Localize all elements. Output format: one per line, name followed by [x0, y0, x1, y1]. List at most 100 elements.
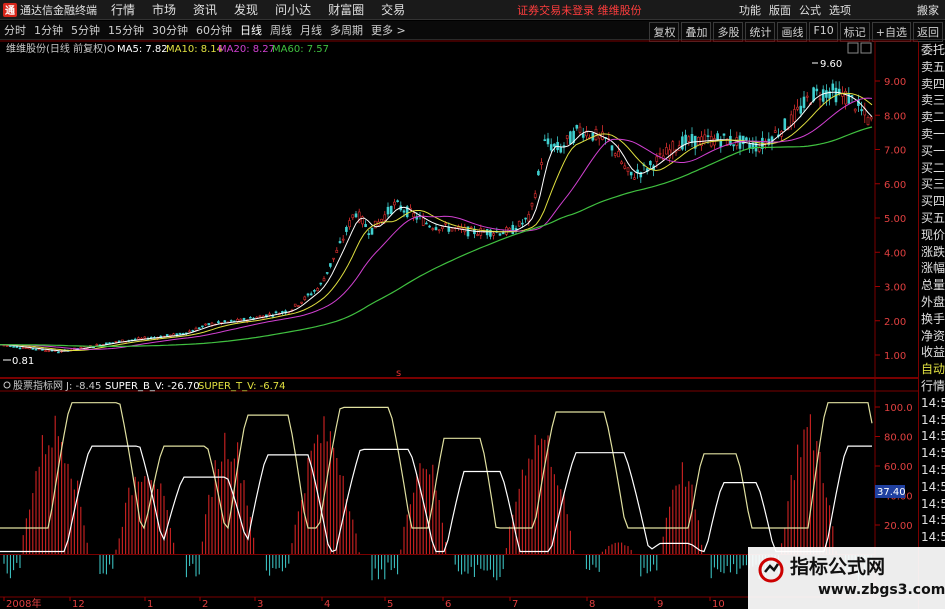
settings-dot-icon[interactable]	[107, 45, 115, 52]
candle-body	[18, 347, 22, 350]
side-time-row: 14:55	[921, 462, 945, 477]
candle-body	[229, 320, 233, 322]
candle-body	[812, 87, 815, 102]
candle-body	[303, 296, 307, 300]
candle-body	[143, 336, 147, 339]
candle-body	[309, 293, 313, 296]
indicator-axis: 100.080.0060.0040.0020.00	[875, 403, 913, 532]
ma5-line	[0, 91, 873, 352]
candle-body	[239, 318, 243, 322]
candle-body	[316, 288, 319, 292]
candle-body	[402, 210, 406, 213]
candle-body	[188, 330, 191, 333]
candle-body	[207, 323, 211, 326]
side-ask1: 卖一	[921, 126, 945, 141]
candle-body	[137, 337, 140, 340]
indicator-header: 股票指标网 J: -8.45 SUPER_B_V: -26.70 SUPER_T…	[3, 379, 286, 392]
candle-body	[293, 303, 297, 307]
candle-body	[319, 282, 323, 285]
time-tick-label: 2	[202, 599, 208, 609]
candle-body	[850, 95, 854, 97]
candle-body	[517, 220, 521, 227]
candle-body	[201, 325, 204, 328]
candle-body	[697, 136, 700, 146]
side-ask4: 卖四	[921, 76, 945, 91]
tool-icon[interactable]	[847, 42, 859, 54]
side-bid5: 买五	[921, 210, 945, 225]
candle-body	[117, 340, 121, 343]
candle-body	[437, 229, 441, 232]
candle-body	[444, 222, 447, 225]
candle-body	[345, 226, 348, 232]
candle-body	[805, 95, 809, 98]
time-tick-label: 7	[512, 599, 518, 609]
ma60-line	[0, 126, 873, 347]
candle-body	[799, 105, 803, 114]
indicator-settings-icon[interactable]	[3, 381, 11, 389]
candle-body	[389, 205, 393, 215]
price-tick-label: 2.00	[884, 317, 906, 328]
side-net-assets: 净资	[921, 328, 945, 343]
candle-body	[485, 229, 489, 236]
candle-body	[393, 201, 396, 206]
candle-body	[421, 217, 425, 226]
side-change-pct: 涨幅	[921, 261, 945, 276]
price-tick-label: 3.00	[884, 283, 906, 294]
side-earnings: 收益	[921, 345, 945, 360]
candle-body	[281, 311, 284, 313]
candle-body	[553, 143, 556, 147]
candle-body	[665, 147, 668, 155]
side-bid1: 买一	[921, 143, 945, 158]
candle-body	[441, 226, 444, 229]
candle-body	[546, 138, 550, 145]
candle-body	[297, 305, 300, 307]
candle-body	[217, 321, 220, 324]
side-bid4: 买四	[921, 194, 945, 209]
indicator-title: 股票指标网	[13, 379, 63, 392]
candle-body	[687, 136, 691, 142]
candle-body	[690, 134, 694, 144]
candle-body	[325, 272, 329, 274]
time-tick-label: 6	[445, 599, 451, 609]
candle-body	[313, 289, 316, 292]
side-time-row: 14:55	[921, 395, 945, 410]
ma20-label: MA20: 8.27	[218, 44, 275, 55]
candle-body	[383, 214, 387, 221]
candle-body	[629, 171, 633, 176]
side-current-price: 现价	[921, 227, 945, 242]
candle-body	[613, 153, 617, 156]
side-commission[interactable]: 委托	[919, 42, 945, 59]
candle-body	[706, 135, 710, 137]
candle-body	[44, 350, 47, 352]
side-time-row: 14:56	[921, 513, 945, 528]
ma5-label: MA5: 7.82	[117, 44, 168, 55]
watermark-url: www.zbgs3.com	[818, 582, 945, 598]
charts-canvas: 维维股份(日线 前复权) MA5: 7.82 MA10: 8.14 MA20: …	[0, 40, 918, 609]
candle-body	[796, 106, 799, 110]
candle-body	[95, 344, 99, 346]
candle-body	[31, 348, 35, 350]
time-tick-label: 8	[589, 599, 595, 609]
grid-icon[interactable]	[860, 42, 872, 54]
high-price-label: 9.60	[820, 59, 842, 70]
time-tick-label: 5	[387, 599, 393, 609]
indicator-current-value: 37.40	[875, 485, 906, 498]
candle-body	[338, 241, 342, 244]
side-auto-toggle[interactable]: 自动	[919, 361, 945, 378]
ma60-label: MA60: 7.57	[272, 44, 329, 55]
candle-body	[204, 323, 207, 326]
candle-body	[821, 89, 825, 102]
candle-body	[732, 144, 735, 147]
time-tick-label: 3	[257, 599, 263, 609]
candle-body	[498, 233, 502, 236]
side-time-row: 14:55	[921, 446, 945, 461]
candle-body	[25, 347, 28, 349]
candle-body	[329, 263, 332, 267]
low-price-label: 0.81	[12, 356, 34, 367]
candle-body	[569, 131, 572, 144]
candle-body	[831, 83, 835, 91]
candle-body	[860, 109, 863, 112]
ma10-label: MA10: 8.14	[166, 44, 223, 55]
time-tick-label: 4	[324, 599, 330, 609]
candle-body	[322, 278, 326, 282]
